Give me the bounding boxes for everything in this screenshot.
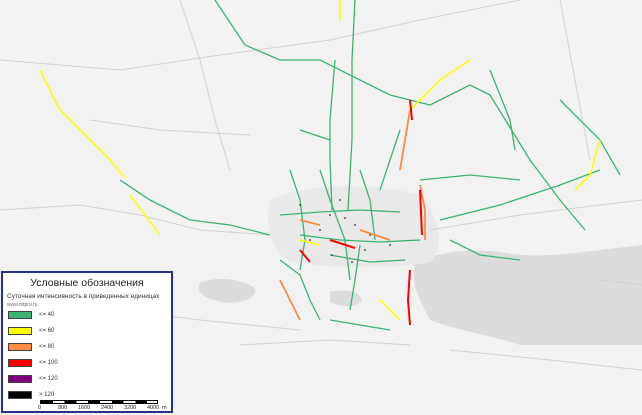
legend-item-label: <= 60 [39,328,55,334]
legend-title: Условные обозначения [30,277,144,289]
legend-item-label: <= 40 [39,312,55,318]
scale-tick-label: 800 [58,405,68,411]
legend-swatch [8,343,32,351]
scale-tick-label: 3200 [124,405,137,411]
legend-item-label: > 120 [39,392,55,398]
scale-unit: m [162,405,167,411]
urban-area [268,185,439,268]
scale-tick-label: 1600 [78,405,91,411]
legend-swatch [8,375,32,383]
scale-tick-label: 0 [38,405,42,411]
legend-item-label: <= 80 [39,344,55,350]
scale-tick-label: 2400 [101,405,114,411]
legend-swatch [8,311,32,319]
legend-item-label: <= 100 [39,360,58,366]
legend-item-label: <= 120 [39,376,58,382]
legend-swatch [8,391,32,399]
legend-swatch [8,359,32,367]
map-legend: Условные обозначения Суточная интенсивно… [1,271,173,413]
legend-site: www.mtpru.ru [7,302,38,308]
scale-tick-label: 4000 [147,405,160,411]
legend-subtitle: Суточная интенсивность в приведенных еди… [7,293,160,300]
legend-swatch [8,327,32,335]
scale-bar [40,400,158,404]
